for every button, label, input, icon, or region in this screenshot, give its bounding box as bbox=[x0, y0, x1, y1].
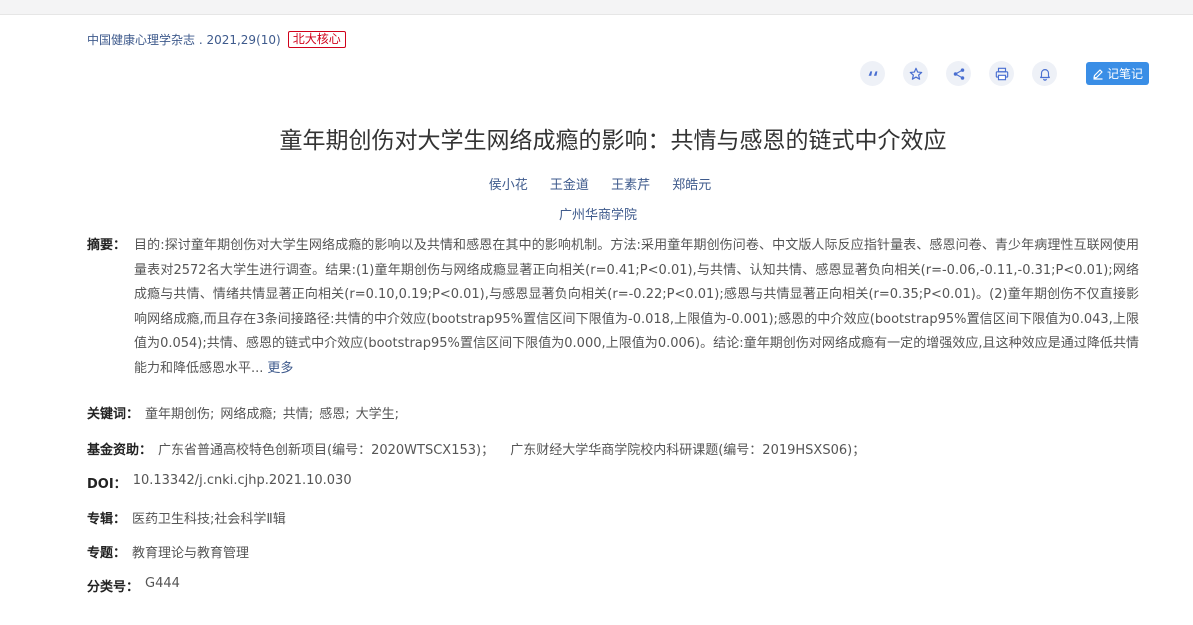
topic-section: 专题： 教育理论与教育管理 bbox=[87, 542, 249, 561]
take-note-button[interactable]: 记笔记 bbox=[1086, 62, 1150, 85]
keywords-section: 关键词： 童年期创伤; 网络成瘾; 共情; 感恩; 大学生; bbox=[87, 403, 405, 422]
topic-label: 专题： bbox=[87, 546, 127, 561]
bell-icon[interactable] bbox=[1032, 61, 1057, 86]
classification-label: 分类号： bbox=[87, 580, 140, 595]
author-link[interactable]: 郑皓元 bbox=[672, 178, 711, 193]
classification-section: 分类号： G444 bbox=[87, 576, 180, 595]
author-link[interactable]: 王素芹 bbox=[611, 178, 650, 193]
doi-section: DOI： 10.13342/j.cnki.cjhp.2021.10.030 bbox=[87, 473, 352, 492]
abstract-section: 摘要： 目的:探讨童年期创伤对大学生网络成瘾的影响以及共情和感恩在其中的影响机制… bbox=[87, 234, 1139, 381]
author-link[interactable]: 侯小花 bbox=[489, 178, 528, 193]
topic-value: 教育理论与教育管理 bbox=[132, 546, 250, 561]
article-toolbar: 记笔记 bbox=[860, 61, 1150, 86]
journal-source: 中国健康心理学杂志 . 2021,29(10) 北大核心 bbox=[87, 31, 346, 48]
fund-list: 广东省普通高校特色创新项目(编号：2020WTSCX153)； 广东财经大学华商… bbox=[158, 439, 877, 458]
author-list: 侯小花 王金道 王素芹 郑皓元 bbox=[0, 174, 1193, 193]
keyword-list: 童年期创伤; 网络成瘾; 共情; 感恩; 大学生; bbox=[145, 403, 405, 422]
fund-link[interactable]: 广东省普通高校特色创新项目(编号：2020WTSCX153)； bbox=[158, 443, 494, 458]
journal-source-text[interactable]: 中国健康心理学杂志 . 2021,29(10) bbox=[87, 31, 281, 48]
fund-section: 基金资助： 广东省普通高校特色创新项目(编号：2020WTSCX153)； 广东… bbox=[87, 439, 877, 458]
share-icon[interactable] bbox=[946, 61, 971, 86]
star-icon[interactable] bbox=[903, 61, 928, 86]
keyword-link[interactable]: 大学生; bbox=[356, 403, 399, 422]
series-section: 专辑： 医药卫生科技;社会科学Ⅱ辑 bbox=[87, 508, 286, 527]
series-label: 专辑： bbox=[87, 512, 127, 527]
abstract-label: 摘要： bbox=[87, 238, 127, 253]
core-journal-badge: 北大核心 bbox=[287, 31, 346, 48]
keyword-link[interactable]: 共情; bbox=[283, 403, 313, 422]
doi-label: DOI： bbox=[87, 477, 127, 492]
print-icon[interactable] bbox=[989, 61, 1014, 86]
fund-link[interactable]: 广东财经大学华商学院校内科研课题(编号：2019HSXS06)； bbox=[510, 443, 865, 458]
take-note-label: 记笔记 bbox=[1107, 67, 1144, 81]
keywords-label: 关键词： bbox=[87, 407, 140, 422]
quote-icon[interactable] bbox=[860, 61, 885, 86]
keyword-link[interactable]: 童年期创伤; bbox=[145, 403, 214, 422]
keyword-link[interactable]: 感恩; bbox=[319, 403, 349, 422]
article-title: 童年期创伤对大学生网络成瘾的影响：共情与感恩的链式中介效应 bbox=[279, 128, 947, 154]
series-value: 医药卫生科技;社会科学Ⅱ辑 bbox=[132, 512, 286, 527]
abstract-text: 目的:探讨童年期创伤对大学生网络成瘾的影响以及共情和感恩在其中的影响机制。方法:… bbox=[134, 234, 1139, 381]
affiliation-link[interactable]: 广州华商学院 bbox=[0, 204, 1193, 223]
pencil-icon bbox=[1093, 68, 1103, 80]
abstract-body: 目的:探讨童年期创伤对大学生网络成瘾的影响以及共情和感恩在其中的影响机制。方法:… bbox=[134, 238, 1139, 376]
classification-value: G444 bbox=[145, 576, 180, 591]
top-bar bbox=[0, 0, 1193, 15]
author-link[interactable]: 王金道 bbox=[550, 178, 589, 193]
abstract-more-link[interactable]: 更多 bbox=[267, 361, 293, 376]
doi-value: 10.13342/j.cnki.cjhp.2021.10.030 bbox=[132, 473, 352, 488]
fund-label: 基金资助： bbox=[87, 443, 153, 458]
keyword-link[interactable]: 网络成瘾; bbox=[220, 403, 276, 422]
